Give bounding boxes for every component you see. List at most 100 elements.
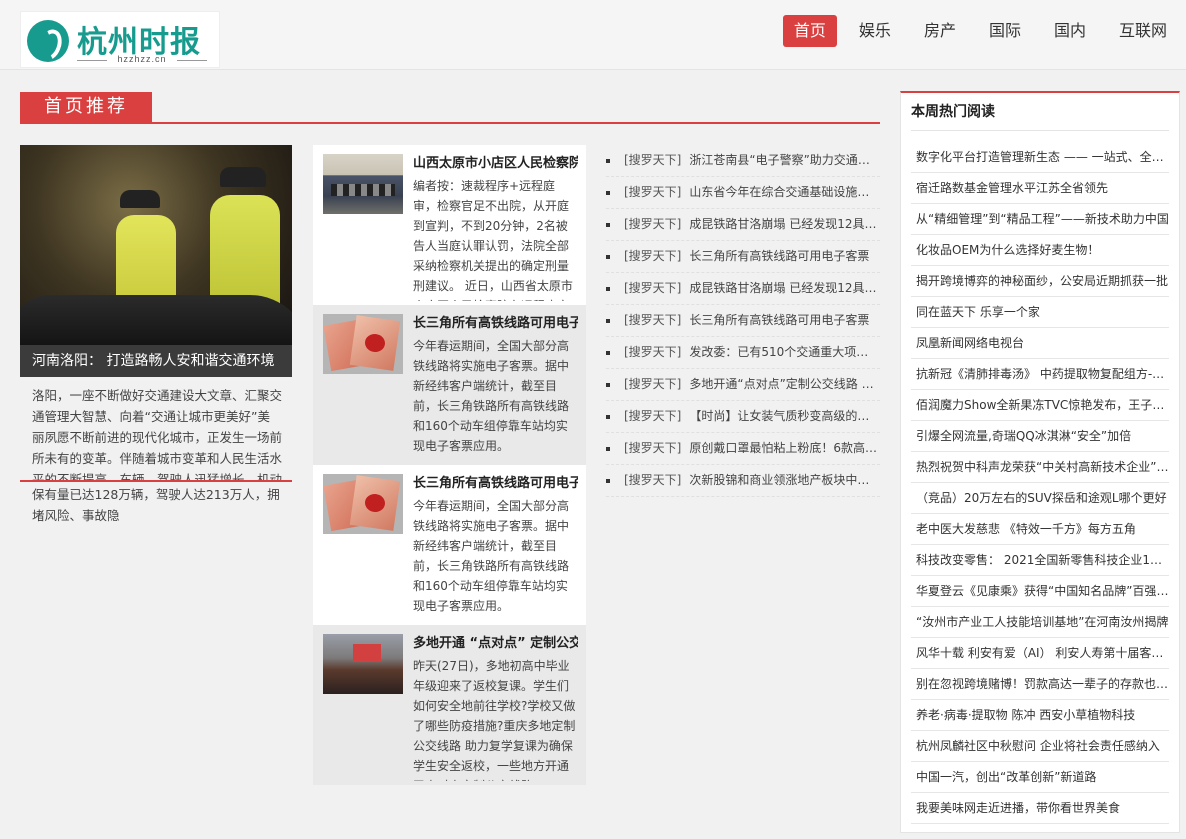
article-title[interactable]: 山西太原市小店区人民检察院 [413, 154, 578, 174]
featured-caption[interactable]: 河南洛阳： 打造路畅人安和谐交通环境 [20, 345, 292, 377]
sidebar-item[interactable]: 华夏登云《见康乘》获得“中国知名品牌”百强称号 [911, 576, 1169, 607]
list-item[interactable]: 多地开通 “点对点” 定制公交线路 昨天(27日)，多地初高中毕业年级迎来了返校… [313, 625, 586, 785]
sidebar-item[interactable]: 引爆全网流量,奇瑞QQ冰淇淋“安全”加倍 [911, 421, 1169, 452]
sidebar-item[interactable]: 数字化平台打造管理新生态 —— 一站式、全流程 [911, 142, 1169, 173]
sidebar-item[interactable]: 风华十载 利安有爱（AI） 利安人寿第十届客户节 [911, 638, 1169, 669]
sidebar-item[interactable]: 宿迁路数基金管理水平江苏全省领先 [911, 173, 1169, 204]
list-item[interactable]: 山西太原市小店区人民检察院 编者按：速裁程序+远程庭审，检察官足不出院，从开庭到… [313, 145, 586, 305]
ticket-shape [349, 475, 401, 531]
news-source: [搜罗天下] [624, 281, 682, 295]
site-header: 杭州时报 hzzhzz.cn 首页 娱乐 房产 国际 国内 互联网 [0, 0, 1186, 70]
news-link[interactable]: [搜罗天下] 多地开通“点对点”定制公交线路 助力复学 [606, 369, 880, 401]
ticket-shape [349, 315, 401, 371]
sidebar-item[interactable]: 同在蓝天下 乐享一个家 [911, 297, 1169, 328]
article-title[interactable]: 多地开通 “点对点” 定制公交线路 [413, 634, 578, 654]
featured-image-shape [20, 295, 292, 345]
main-nav: 首页 娱乐 房产 国际 国内 互联网 [772, 15, 1178, 47]
news-link[interactable]: [搜罗天下] 次新股锦和商业领涨地产板块中报预增 [606, 465, 880, 497]
news-title[interactable]: 成昆铁路甘洛崩塌 已经发现12具遇难者遗体 [689, 281, 880, 295]
news-title[interactable]: 浙江苍南县“电子警察”助力交通安全管理 [689, 153, 880, 167]
news-link[interactable]: [搜罗天下] 原创戴口罩最怕粘上粉底！6款高持久粉底 [606, 433, 880, 465]
news-source: [搜罗天下] [624, 409, 682, 423]
news-title[interactable]: 多地开通“点对点”定制公交线路 助力复学 [689, 377, 880, 391]
news-title[interactable]: 发改委：已有510个交通重大项目开工 [689, 345, 880, 359]
news-list: [搜罗天下] 浙江苍南县“电子警察”助力交通安全管理 [搜罗天下] 山东省今年在综合… [606, 145, 880, 497]
nav-item-domestic[interactable]: 国内 [1043, 15, 1097, 47]
news-title[interactable]: 原创戴口罩最怕粘上粉底！6款高持久粉底 [689, 441, 880, 455]
news-source: [搜罗天下] [624, 249, 682, 263]
sidebar-title: 本周热门阅读 [911, 93, 1169, 131]
news-source: [搜罗天下] [624, 345, 682, 359]
sidebar-item[interactable]: 我要美味网走近进播，带你看世界美食 [911, 793, 1169, 824]
sidebar-item[interactable]: 佰润魔力Show全新果冻TVC惊艳发布，王子文演绎 [911, 390, 1169, 421]
sidebar-item[interactable]: 别在忽视跨境赌博！罚款高达一辈子的存款也还不清 [911, 669, 1169, 700]
news-source: [搜罗天下] [624, 153, 682, 167]
logo-mark-icon [27, 20, 69, 62]
section-title: 首页推荐 [20, 92, 152, 122]
list-item[interactable]: 长三角所有高铁线路可用电子客票 今年春运期间，全国大部分高铁线路将实施电子客票。… [313, 465, 586, 625]
sidebar-item[interactable]: 热烈祝贺中科声龙荣获“中关村高新技术企业”称号 [911, 452, 1169, 483]
news-link[interactable]: [搜罗天下] 长三角所有高铁线路可用电子客票 [606, 241, 880, 273]
sidebar-item[interactable]: 杭州凤麟社区中秋慰问 企业将社会责任感纳入 [911, 731, 1169, 762]
thumbnail-crowd [323, 634, 403, 694]
sidebar-item[interactable]: （竞品）20万左右的SUV探岳和途观L哪个更好 [911, 483, 1169, 514]
news-title[interactable]: 成昆铁路甘洛崩塌 已经发现12具遇难者遗体 [689, 217, 880, 231]
article-summary: 今年春运期间，全国大部分高铁线路将实施电子客票。据中新经纬客户端统计，截至目前，… [413, 339, 570, 453]
article-thumbnail[interactable] [323, 474, 403, 534]
news-title[interactable]: 山东省今年在综合交通基础设施建设方面 [689, 185, 880, 199]
nav-item-internet[interactable]: 互联网 [1108, 15, 1178, 47]
news-source: [搜罗天下] [624, 313, 682, 327]
news-link[interactable]: [搜罗天下] 长三角所有高铁线路可用电子客票 [606, 305, 880, 337]
news-title[interactable]: 次新股锦和商业领涨地产板块中报预增 [689, 473, 880, 487]
news-source: [搜罗天下] [624, 185, 682, 199]
sidebar-item[interactable]: 老中医大发慈悲 《特效一千方》每方五角 [911, 514, 1169, 545]
article-summary: 今年春运期间，全国大部分高铁线路将实施电子客票。据中新经纬客户端统计，截至目前，… [413, 499, 570, 613]
sidebar-item[interactable]: 揭开跨境博弈的神秘面纱，公安局近期抓获一批 [911, 266, 1169, 297]
news-source: [搜罗天下] [624, 473, 682, 487]
nav-item-international[interactable]: 国际 [978, 15, 1032, 47]
news-link[interactable]: [搜罗天下] 成昆铁路甘洛崩塌 已经发现12具遇难者遗体 [606, 273, 880, 305]
news-source: [搜罗天下] [624, 217, 682, 231]
thumbnail-ticket [323, 474, 403, 534]
recommended-list: 山西太原市小店区人民检察院 编者按：速裁程序+远程庭审，检察官足不出院，从开庭到… [313, 145, 586, 785]
thumbnail-ticket [323, 314, 403, 374]
news-title[interactable]: 长三角所有高铁线路可用电子客票 [689, 313, 869, 327]
hot-reads-sidebar: 本周热门阅读 数字化平台打造管理新生态 —— 一站式、全流程 宿迁路数基金管理水… [900, 91, 1180, 833]
article-thumbnail[interactable] [323, 154, 403, 214]
news-link[interactable]: [搜罗天下] 【时尚】让女装气质秒变高级的搭配 [606, 401, 880, 433]
news-link[interactable]: [搜罗天下] 山东省今年在综合交通基础设施建设方面 [606, 177, 880, 209]
news-link[interactable]: [搜罗天下] 发改委：已有510个交通重大项目开工 [606, 337, 880, 369]
featured-image[interactable] [20, 145, 292, 345]
section-header: 首页推荐 [20, 92, 880, 124]
sidebar-list: 数字化平台打造管理新生态 —— 一站式、全流程 宿迁路数基金管理水平江苏全省领先… [911, 142, 1169, 824]
sidebar-item[interactable]: 养老·病毒·提取物 陈冲 西安小草植物科技 [911, 700, 1169, 731]
article-thumbnail[interactable] [323, 634, 403, 694]
article-summary: 昨天(27日)，多地初高中毕业年级迎来了返校复课。学生们如何安全地前往学校?学校… [413, 659, 576, 781]
sidebar-item[interactable]: 中国一汽，创出“改革创新”新道路 [911, 762, 1169, 793]
featured-image-shape [220, 167, 266, 187]
site-logo[interactable]: 杭州时报 hzzhzz.cn [20, 11, 220, 68]
sidebar-item[interactable]: 凤凰新闻网络电视台 [911, 328, 1169, 359]
news-title[interactable]: 长三角所有高铁线路可用电子客票 [689, 249, 869, 263]
article-title[interactable]: 长三角所有高铁线路可用电子客票 [413, 314, 578, 334]
logo-domain: hzzhzz.cn [77, 54, 207, 64]
sidebar-item[interactable]: 抗新冠《清肺排毒汤》 中药提取物复配组方-广誉 [911, 359, 1169, 390]
featured-image-shape [120, 190, 160, 208]
list-item[interactable]: 长三角所有高铁线路可用电子客票 今年春运期间，全国大部分高铁线路将实施电子客票。… [313, 305, 586, 465]
featured-article: 河南洛阳： 打造路畅人安和谐交通环境 洛阳，一座不断做好交通建设大文章、汇聚交通… [20, 145, 292, 526]
sidebar-item[interactable]: 化妆品OEM为什么选择好麦生物！ [911, 235, 1169, 266]
article-title[interactable]: 长三角所有高铁线路可用电子客票 [413, 474, 578, 494]
nav-item-home[interactable]: 首页 [782, 15, 837, 47]
news-link[interactable]: [搜罗天下] 成昆铁路甘洛崩塌 已经发现12具遇难者遗体 [606, 209, 880, 241]
nav-item-realestate[interactable]: 房产 [913, 15, 967, 47]
sidebar-item[interactable]: 科技改变零售： 2021全国新零售科技企业100强 [911, 545, 1169, 576]
news-link[interactable]: [搜罗天下] 浙江苍南县“电子警察”助力交通安全管理 [606, 145, 880, 177]
featured-description-overflow: 保有量已达128万辆，驾驶人达213万人，拥堵风险、事故隐 [32, 487, 280, 523]
sidebar-item[interactable]: “汝州市产业工人技能培训基地”在河南汝州揭牌 [911, 607, 1169, 638]
nav-item-entertainment[interactable]: 娱乐 [848, 15, 902, 47]
news-source: [搜罗天下] [624, 441, 682, 455]
sidebar-item[interactable]: 从“精细管理”到“精品工程”——新技术助力中国 [911, 204, 1169, 235]
news-title[interactable]: 【时尚】让女装气质秒变高级的搭配 [689, 409, 880, 423]
article-thumbnail[interactable] [323, 314, 403, 374]
article-summary: 编者按：速裁程序+远程庭审，检察官足不出院，从开庭到宣判，不到20分钟，2名被告… [413, 179, 573, 301]
